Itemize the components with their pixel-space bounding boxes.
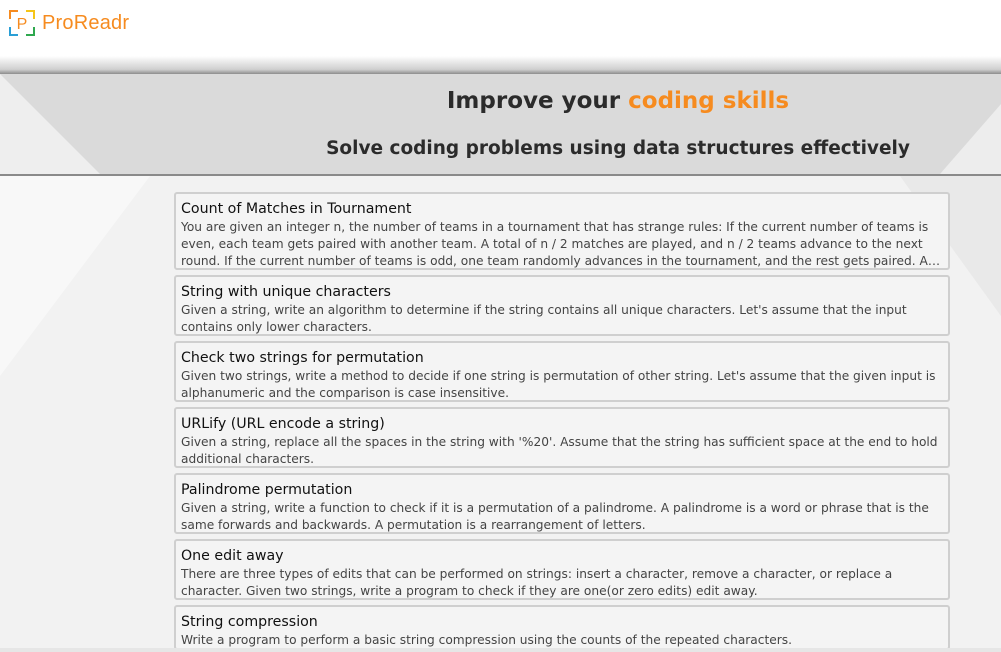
problem-title: One edit away [181,548,284,564]
brand-logo-link[interactable]: P ProReadr [8,9,129,37]
top-header: P ProReadr [0,0,1001,56]
problem-title: Count of Matches in Tournament [181,201,412,217]
problem-description: There are three types of edits that can … [181,567,893,598]
hero-title-accent: coding skills [628,88,790,114]
problem-card[interactable]: Palindrome permutation Given a string, w… [174,473,950,534]
hero-subtitle: Solve coding problems using data structu… [326,138,910,159]
problem-title: String with unique characters [181,284,391,300]
header-divider [0,56,1001,74]
hero-title-prefix: Improve your [446,88,621,114]
content-left-triangle [0,176,150,376]
problem-description: Given two strings, write a method to dec… [181,369,936,400]
problem-description: Given a string, write an algorithm to de… [181,303,907,334]
problem-card[interactable]: Count of Matches in Tournament You are g… [174,192,950,270]
problem-title: URLify (URL encode a string) [181,416,385,432]
proreadr-logo-icon: P [8,9,36,37]
problem-card[interactable]: String with unique characters Given a st… [174,275,950,336]
problem-title: Check two strings for permutation [181,350,424,366]
problem-card[interactable]: URLify (URL encode a string) Given a str… [174,407,950,468]
brand-name: ProReadr [42,11,130,34]
problem-description: Write a program to perform a basic strin… [181,633,792,647]
hero-title: Improve your coding skills [0,88,1001,114]
problem-card[interactable]: Check two strings for permutation Given … [174,341,950,402]
problem-card[interactable]: One edit away There are three types of e… [174,539,950,600]
problem-card[interactable]: String compression Write a program to pe… [174,605,950,650]
problem-title: String compression [181,614,318,630]
problem-description: Given a string, write a function to chec… [181,501,929,532]
logo-letter: P [17,16,28,33]
problem-title: Palindrome permutation [181,482,353,498]
problem-description: Given a string, replace all the spaces i… [181,435,938,466]
problem-description: You are given an integer n, the number o… [181,220,929,268]
viewport-bottom-edge [0,648,1001,652]
hero-banner: Improve your coding skills Solve coding … [0,74,1001,174]
